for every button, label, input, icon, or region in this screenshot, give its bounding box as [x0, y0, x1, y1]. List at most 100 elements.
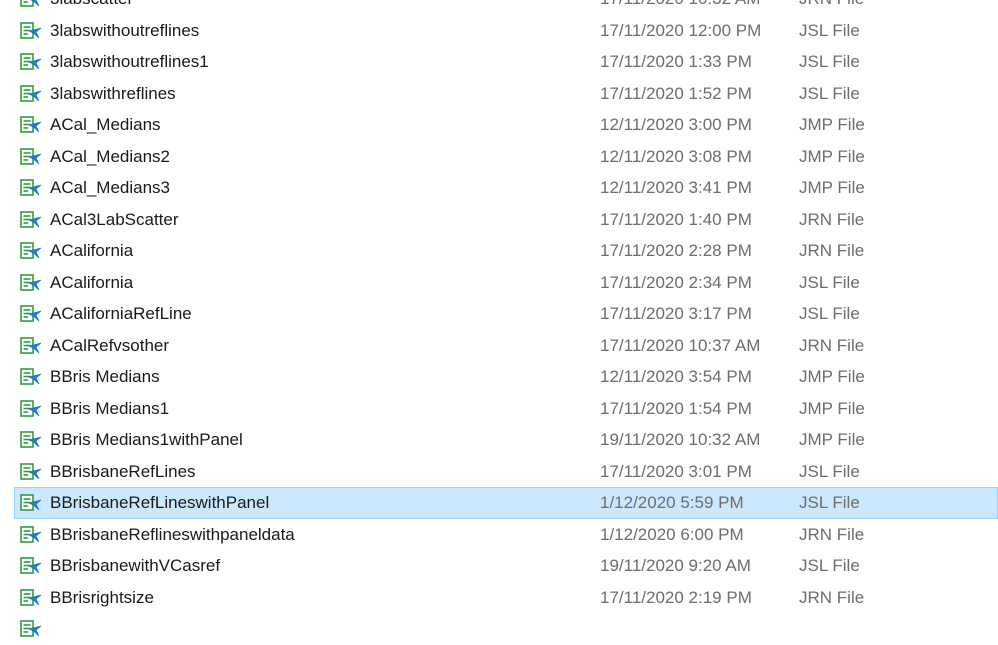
file-name: BBrisbaneReflineswithpaneldata: [50, 524, 295, 544]
file-name: BBris Medians1: [50, 398, 170, 418]
jmp-script-icon: [20, 210, 42, 229]
file-date-modified: 17/11/2020 1:40 PM: [600, 209, 752, 229]
file-type: JMP File: [799, 430, 865, 449]
file-type: JSL File: [799, 20, 860, 40]
jmp-script-icon: [20, 620, 42, 638]
file-row[interactable]: BBrisrightsize 17/11/2020 2:19 PM JRN File: [0, 582, 998, 614]
file-type: JSL File: [799, 461, 860, 481]
file-type: JRN File: [799, 0, 864, 10]
file-row[interactable]: 3labscatter 17/11/2020 10:32 AM JRN File: [0, 0, 998, 15]
file-name: ACalifornia: [50, 272, 134, 292]
file-row[interactable]: BBris Medians1withPanel 19/11/2020 10:32 …: [0, 424, 998, 456]
file-date-modified: 17/11/2020 12:00 PM: [600, 20, 762, 40]
file-date-modified: 19/11/2020 10:32 AM: [600, 430, 761, 449]
file-date-modified: 17/11/2020 3:17 PM: [600, 304, 752, 323]
file-row[interactable]: ACal3LabScatter 17/11/2020 1:40 PM JRN Fil…: [0, 204, 998, 236]
file-date-modified: 1/12/2020 5:59 PM: [600, 493, 744, 512]
file-date-modified: 17/11/2020 2:28 PM: [600, 241, 752, 260]
jmp-script-icon: [20, 179, 42, 197]
jmp-script-icon: [20, 588, 42, 607]
file-row[interactable]: ACaliforniaRefLine 17/11/2020 3:17 PM JSL …: [0, 298, 998, 330]
jmp-script-icon: [20, 305, 42, 323]
file-name: ACalRefvsother: [50, 335, 170, 355]
file-type: JRN File: [799, 241, 865, 260]
file-row[interactable]: ACal_Medians3 12/11/2020 3:41 PM JMP File: [0, 172, 998, 204]
file-name: ACal_Medians2: [50, 146, 171, 166]
file-type: JRN File: [799, 209, 865, 229]
jmp-script-icon: [20, 116, 42, 134]
file-date-modified: 17/11/2020 1:54 PM: [600, 398, 752, 418]
file-date-modified: 17/11/2020 2:19 PM: [600, 587, 752, 607]
file-type: JMP File: [799, 178, 865, 197]
file-row[interactable]: ACalifornia 17/11/2020 2:34 PM JSL File: [0, 267, 998, 299]
file-date-modified: 12/11/2020 3:08 PM: [600, 146, 752, 166]
file-name: 3labswithoutreflines: [50, 20, 200, 40]
file-name: ACal_Medians: [50, 115, 161, 134]
file-date-modified: 17/11/2020 2:34 PM: [600, 272, 752, 292]
jmp-script-icon: [20, 462, 42, 481]
file-name: BBrisrightsize: [50, 587, 154, 607]
file-row[interactable]: BBrisbaneReflineswithpaneldata 1/12/2020 …: [0, 519, 998, 551]
file-type: JMP File: [799, 398, 865, 418]
jmp-script-icon: [20, 84, 42, 103]
jmp-script-icon: [20, 21, 42, 40]
file-row[interactable]: ACal_Medians2 12/11/2020 3:08 PM JMP File: [0, 141, 998, 173]
file-date-modified: 17/11/2020 3:01 PM: [600, 461, 752, 481]
jmp-script-icon: [20, 431, 42, 449]
file-type: JRN File: [799, 587, 865, 607]
jmp-script-icon: [20, 147, 42, 166]
jmp-script-icon: [20, 0, 42, 8]
file-name: ACaliforniaRefLine: [50, 304, 192, 323]
file-type: JSL File: [799, 52, 860, 71]
file-type: JSL File: [799, 304, 860, 323]
file-type: JMP File: [799, 115, 865, 134]
file-date-modified: 19/11/2020 9:20 AM: [600, 556, 751, 575]
file-type: JRN File: [799, 335, 865, 355]
jmp-script-icon: [20, 336, 42, 355]
file-date-modified: 12/11/2020 3:54 PM: [600, 367, 752, 386]
file-row[interactable]: BBris Medians 12/11/2020 3:54 PM JMP File: [0, 361, 998, 393]
jmp-script-icon: [20, 525, 42, 544]
file-name: 3labswithoutreflines1: [50, 52, 209, 71]
jmp-script-icon: [20, 273, 42, 292]
file-name: BBris Medians: [50, 367, 160, 386]
file-type: JSL File: [799, 83, 860, 103]
file-type: JSL File: [799, 272, 860, 292]
file-list: 3labscatter 17/11/2020 10:32 AM JRN File 3…: [0, 0, 998, 645]
file-name: BBrisbaneRefLines: [50, 461, 196, 481]
jmp-script-icon: [20, 557, 42, 575]
jmp-script-icon: [20, 242, 42, 260]
jmp-script-icon: [20, 399, 42, 418]
file-date-modified: 12/11/2020 3:41 PM: [600, 178, 752, 197]
file-name: ACal3LabScatter: [50, 209, 179, 229]
file-type: JSL File: [799, 556, 860, 575]
file-type: JRN File: [799, 524, 865, 544]
file-row[interactable]: ACalRefvsother 17/11/2020 10:37 AM JRN Fil…: [0, 330, 998, 362]
file-row[interactable]: 3labswithoutreflines 17/11/2020 12:00 PM J…: [0, 15, 998, 47]
jmp-script-icon: [20, 494, 42, 512]
file-date-modified: 12/11/2020 3:00 PM: [600, 115, 752, 134]
file-row[interactable]: BBrisbaneRefLines 17/11/2020 3:01 PM JSL F…: [0, 456, 998, 488]
file-type: JMP File: [799, 146, 865, 166]
file-row[interactable]: ACal_Medians 12/11/2020 3:00 PM JMP File: [0, 109, 998, 141]
file-type: JSL File: [799, 493, 860, 512]
jmp-script-icon: [20, 368, 42, 386]
file-name: 3labscatter: [50, 0, 133, 10]
file-name: 3labswithreflines: [50, 83, 176, 103]
file-name: ACal_Medians3: [50, 178, 171, 197]
file-row[interactable]: BBrisbanewithVCasref 19/11/2020 9:20 AM JS…: [0, 550, 998, 582]
file-name: ACalifornia: [50, 241, 134, 260]
file-row[interactable]: BBrisbaneRefLineswithPanel 1/12/2020 5:59…: [14, 487, 998, 519]
file-date-modified: 17/11/2020 10:32 AM: [600, 0, 760, 10]
file-row[interactable]: BBris Medians1 17/11/2020 1:54 PM JMP File: [0, 393, 998, 425]
file-name: BBrisbaneRefLineswithPanel: [50, 493, 270, 512]
file-row[interactable]: ACalifornia 17/11/2020 2:28 PM JRN File: [0, 235, 998, 267]
file-row[interactable]: 3labswithreflines 17/11/2020 1:52 PM JSL F…: [0, 78, 998, 110]
file-type: JMP File: [799, 367, 865, 386]
jmp-script-icon: [20, 53, 42, 71]
file-row[interactable]: 3labswithoutreflines1 17/11/2020 1:33 PM J…: [0, 46, 998, 78]
file-date-modified: 17/11/2020 10:37 AM: [600, 335, 761, 355]
file-date-modified: 1/12/2020 6:00 PM: [600, 524, 744, 544]
file-date-modified: 17/11/2020 1:33 PM: [600, 52, 752, 71]
file-name: BBris Medians1withPanel: [50, 430, 243, 449]
